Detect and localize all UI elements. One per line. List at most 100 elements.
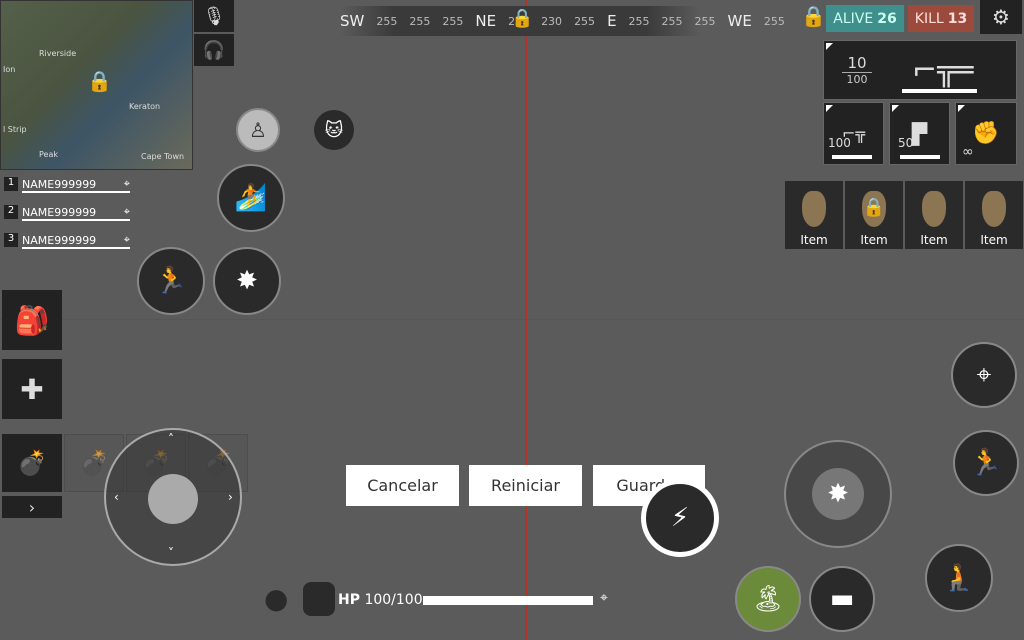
ammo-count: 50 [898, 136, 914, 150]
hp-bar [423, 596, 593, 605]
ammo-count: 10 [847, 54, 867, 72]
gunshot-icon: ✸ [812, 468, 864, 520]
compass-mark: 255 [442, 14, 464, 28]
layout-guide-vertical [525, 0, 527, 640]
mic-icon: 🎙 [202, 5, 226, 27]
chevron-down-icon: ˅ [168, 546, 174, 560]
sprint-button[interactable]: 🏃 [137, 247, 205, 315]
chevron-right-icon: › [228, 490, 233, 504]
location-pin-icon: ⌖ [123, 233, 130, 246]
hp-bar-fill [423, 596, 593, 605]
item-label: Item [980, 233, 1008, 247]
location-pin-icon: ⌖ [123, 205, 130, 218]
corner-marker [826, 43, 833, 50]
headset-button[interactable]: 🎧 [194, 34, 234, 66]
jump-icon: ⚡ [670, 503, 690, 533]
teammate-health-bar [22, 191, 130, 193]
settings-button[interactable]: ⚙ [980, 0, 1022, 34]
teammate-name: NAME999999 [22, 205, 97, 219]
teammate-name: NAME999999 [22, 177, 97, 191]
item-slot[interactable]: 🔒 Item [845, 181, 903, 249]
lock-icon[interactable]: 🔒 [87, 69, 112, 93]
primary-weapon-slot[interactable]: 10 100 ⌐╦═ [823, 40, 1017, 100]
alive-count: 26 [877, 10, 897, 27]
fire-button-left[interactable]: ✸ [213, 247, 281, 315]
crosshair-icon: ⌖ [976, 359, 992, 390]
grenade-icon: 💣 [17, 449, 47, 477]
item-slot[interactable]: Item [785, 181, 843, 249]
teammate-number: 3 [4, 233, 18, 247]
weapon-slot-3[interactable]: ▛ 50 [889, 102, 950, 165]
cancel-button[interactable]: Cancelar [346, 465, 459, 506]
item-slot[interactable]: Item [965, 181, 1023, 249]
lock-icon[interactable]: 🔒 [511, 8, 533, 29]
compass-mark: SW [340, 12, 365, 30]
run-icon: 🏃 [154, 266, 188, 296]
teammate-row: 3 NAME999999 ⌖ [4, 231, 130, 249]
minimap-landing-button[interactable]: 🏝 [735, 566, 801, 632]
medkit-button[interactable]: ✚ [2, 359, 62, 419]
bag-icon [802, 191, 826, 227]
kill-counter: KILL 13 [908, 5, 974, 32]
location-pin-icon: ⌖ [123, 177, 130, 190]
kill-count: 13 [947, 10, 968, 27]
island-icon: 🏝 [751, 584, 785, 614]
compass-mark: 255 [628, 14, 650, 28]
mic-button[interactable]: 🎙 [194, 0, 234, 32]
compass-mark: 230 [541, 14, 563, 28]
chevron-left-icon: ‹ [114, 490, 119, 504]
map-label: l Strip [3, 125, 27, 134]
kneel-icon: 🧎 [942, 563, 976, 593]
jump-button[interactable]: ⚡ [641, 479, 719, 557]
kill-label: KILL [914, 10, 944, 27]
lock-icon[interactable]: 🔒 [801, 4, 826, 28]
teammate-number: 2 [4, 205, 18, 219]
hp-readout: HP 100/100 [338, 592, 423, 608]
aim-button[interactable]: ⌖ [951, 342, 1017, 408]
compass-mark: 255 [763, 14, 785, 28]
compass-mark: 255 [661, 14, 683, 28]
cat-icon: 🐱 [324, 119, 344, 141]
grenade-slot[interactable]: 💣 [2, 434, 62, 492]
item-slot[interactable]: Item [905, 181, 963, 249]
weapon-slot-melee[interactable]: ✊ ∞ [955, 102, 1017, 165]
reset-button[interactable]: Reiniciar [469, 465, 582, 506]
ammo-count: 100 [828, 136, 851, 150]
backpack-button[interactable]: 🎒 [2, 290, 62, 350]
bag-icon [982, 191, 1006, 227]
minimap[interactable]: Riverside Ion Keraton l Strip Peak Cape … [0, 0, 193, 170]
movement-joystick[interactable]: ˄ ˅ ‹ › [104, 428, 242, 566]
location-pin-icon: ⌖ [600, 590, 608, 606]
item-label: Item [860, 233, 888, 247]
pet-button[interactable]: 🐱 [314, 110, 354, 150]
teammate-health-bar [22, 219, 130, 221]
gear-icon: ⚙ [992, 5, 1010, 29]
compass-mark: 255 [376, 14, 398, 28]
compass-mark: 255 [409, 14, 431, 28]
crouch-button[interactable]: 🏃 [953, 430, 1019, 496]
helmet-icon: ● [264, 582, 289, 615]
teammate-number: 1 [4, 177, 18, 191]
map-label: Cape Town [141, 152, 185, 161]
hp-label: HP [338, 592, 360, 608]
alive-counter: ALIVE 26 [826, 5, 904, 32]
surf-icon: 🏄 [234, 183, 268, 213]
fire-button[interactable]: ✸ [784, 440, 892, 548]
weapon-slot-2[interactable]: ⌐╦ 100 [823, 102, 884, 165]
kneel-button[interactable]: 🧎 [925, 544, 993, 612]
rifle-icon: ⌐╦═ [912, 52, 974, 88]
vest-icon [303, 582, 335, 616]
compass-mark: NE [475, 12, 497, 30]
expand-button[interactable]: › [2, 496, 62, 518]
prone-icon: ▬ [829, 584, 855, 614]
prone-button[interactable]: ▬ [809, 566, 875, 632]
joystick-knob[interactable] [148, 474, 198, 524]
pistol-icon: ▛ [911, 121, 928, 146]
surf-button[interactable]: 🏄 [217, 164, 285, 232]
emote-button[interactable]: ♙ [236, 108, 280, 152]
crouch-icon: 🏃 [969, 448, 1003, 478]
teammate-name: NAME999999 [22, 233, 97, 247]
teammate-row: 2 NAME999999 ⌖ [4, 203, 130, 221]
lock-icon[interactable]: 🔒 [863, 197, 885, 218]
teammate-health-bar [22, 247, 130, 249]
